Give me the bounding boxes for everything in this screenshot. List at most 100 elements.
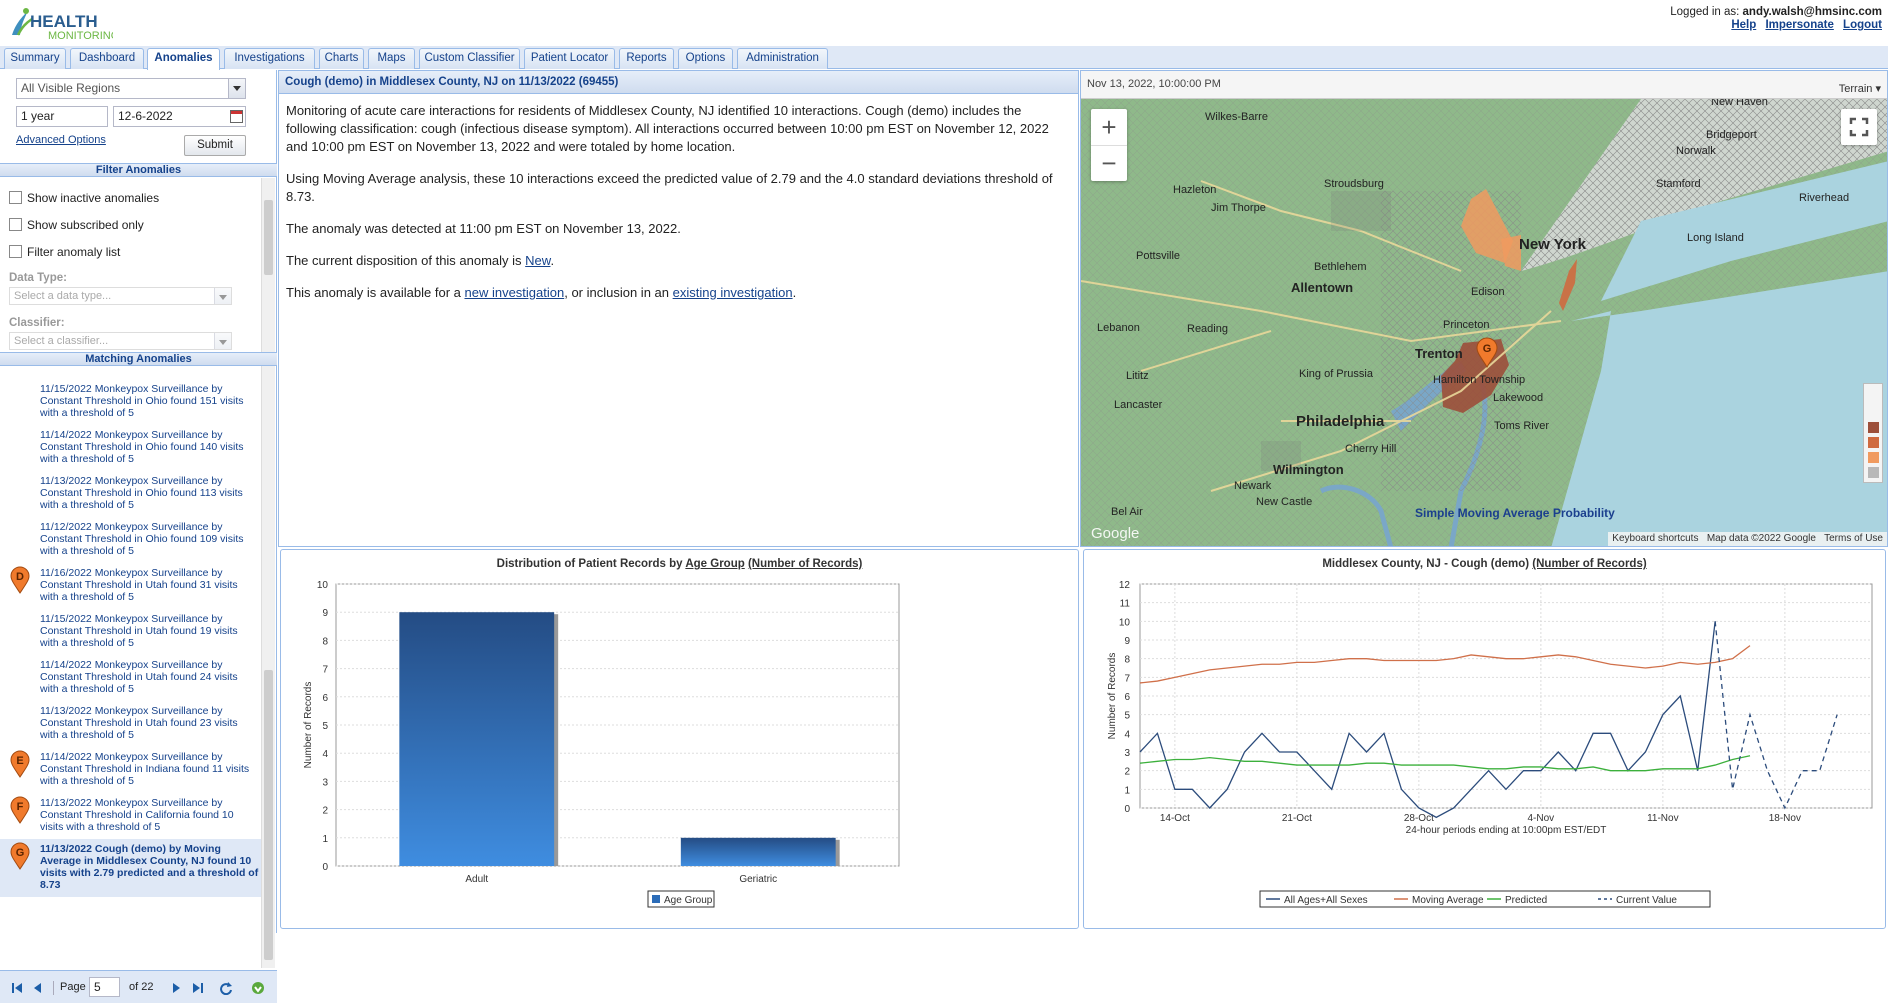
anomaly-item[interactable]: 11/14/2022 Monkeypox Surveillance by Con… <box>40 659 250 695</box>
anomaly-item[interactable]: 11/15/2022 Monkeypox Surveillance by Con… <box>40 383 250 419</box>
keyboard-shortcuts-link[interactable]: Keyboard shortcuts <box>1612 533 1698 544</box>
export-icon[interactable] <box>251 981 265 995</box>
region-select-value: All Visible Regions <box>21 81 121 95</box>
help-link[interactable]: Help <box>1731 19 1756 31</box>
filter-list-checkbox[interactable]: Filter anomaly list <box>9 245 120 259</box>
region-select[interactable]: All Visible Regions <box>16 78 246 99</box>
impersonate-link[interactable]: Impersonate <box>1765 19 1833 31</box>
date-input[interactable]: 12-6-2022 <box>113 106 246 127</box>
y-tick-label: 3 <box>1124 748 1130 759</box>
map-pin-icon[interactable]: F <box>10 796 30 824</box>
show-subscribed-checkbox[interactable]: Show subscribed only <box>9 218 144 232</box>
fullscreen-icon <box>1849 117 1869 137</box>
anomaly-item[interactable]: 11/16/2022 Monkeypox Surveillance by Con… <box>40 567 250 603</box>
calendar-icon[interactable] <box>230 110 243 123</box>
tab-administration[interactable]: Administration <box>737 48 828 69</box>
zoom-in-button[interactable]: + <box>1091 109 1127 145</box>
map-pin-icon[interactable]: G <box>10 842 30 870</box>
tab-anomalies[interactable]: Anomalies <box>147 48 220 70</box>
age-group-chart-panel: Distribution of Patient Records by Age G… <box>280 549 1079 929</box>
x-tick-label: Geriatric <box>739 874 777 885</box>
chevron-down-icon[interactable] <box>214 333 231 349</box>
y-tick-label: 3 <box>322 777 328 788</box>
data-type-select[interactable]: Select a data type... <box>9 287 232 305</box>
y-tick-label: 6 <box>1124 692 1130 703</box>
map-timestamp: Nov 13, 2022, 10:00:00 PM <box>1087 78 1221 90</box>
existing-investigation-link[interactable]: existing investigation <box>673 285 793 300</box>
legend-swatch <box>1868 422 1879 433</box>
legend-label: Current Value <box>1616 895 1677 906</box>
x-tick-label: 18-Nov <box>1769 813 1801 824</box>
checkbox-box[interactable] <box>9 191 22 204</box>
map-place-label: New York <box>1519 236 1587 253</box>
chevron-down-icon[interactable]: ▾ <box>1875 83 1881 95</box>
checkbox-box[interactable] <box>9 245 22 258</box>
anomaly-list-scrollbar[interactable] <box>261 370 275 968</box>
tab-maps[interactable]: Maps <box>368 48 415 69</box>
next-page-icon[interactable] <box>169 981 183 995</box>
logout-link[interactable]: Logout <box>1843 19 1882 31</box>
chevron-down-icon[interactable] <box>228 79 245 98</box>
anomaly-item[interactable]: 11/13/2022 Monkeypox Surveillance by Con… <box>40 475 250 511</box>
zoom-out-button[interactable]: − <box>1091 145 1127 181</box>
terms-of-use-link[interactable]: Terms of Use <box>1824 533 1883 544</box>
submit-button[interactable]: Submit <box>184 135 246 156</box>
user-email: andy.walsh@hmsinc.com <box>1742 6 1882 18</box>
map-toolbar: Nov 13, 2022, 10:00:00 PM Terrain ▾ <box>1081 71 1887 99</box>
anomaly-item[interactable]: 11/14/2022 Monkeypox Surveillance by Con… <box>40 429 250 465</box>
checkbox-box[interactable] <box>9 218 22 231</box>
map-place-label: Newark <box>1234 480 1272 492</box>
bar-chart: 0 1 2 3 4 5 6 7 8 9 10 Number of Records Adult Geriat… <box>303 580 900 908</box>
detail-paragraph: Monitoring of acute care interactions fo… <box>286 103 1049 154</box>
x-tick-label: 11-Nov <box>1647 813 1679 824</box>
map-pin-icon[interactable]: E <box>10 750 30 778</box>
anomaly-item[interactable]: 11/14/2022 Monkeypox Surveillance by Con… <box>40 751 250 787</box>
period-input[interactable]: 1 year <box>16 106 108 127</box>
map-canvas[interactable]: Wilkes-Barre New Haven Bridgeport Norwal… <box>1081 71 1888 547</box>
health-monitoring-logo[interactable]: HEALTH MONITORING <box>8 5 119 43</box>
anomaly-item[interactable]: 11/13/2022 Monkeypox Surveillance by Con… <box>40 705 250 741</box>
disposition-link[interactable]: New <box>525 253 550 268</box>
anomaly-item[interactable]: 11/13/2022 Monkeypox Surveillance by Con… <box>40 797 250 833</box>
map-place-label: Stroudsburg <box>1324 178 1384 190</box>
tab-patient-locator[interactable]: Patient Locator <box>524 48 615 69</box>
tab-dashboard[interactable]: Dashboard <box>70 48 144 69</box>
advanced-options-link[interactable]: Advanced Options <box>16 134 106 146</box>
classifier-select[interactable]: Select a classifier... <box>9 332 232 350</box>
show-inactive-checkbox[interactable]: Show inactive anomalies <box>9 191 159 205</box>
map-place-label: Cherry Hill <box>1345 443 1396 455</box>
y-tick-label: 12 <box>1119 580 1131 591</box>
new-investigation-link[interactable]: new investigation <box>464 285 564 300</box>
anomaly-item-selected[interactable]: 11/13/2022 Cough (demo) by Moving Averag… <box>0 839 262 897</box>
map-place-label: Bridgeport <box>1706 129 1757 141</box>
chevron-down-icon[interactable] <box>214 288 231 304</box>
first-page-icon[interactable] <box>10 981 24 995</box>
anomaly-detail-body: Monitoring of acute care interactions fo… <box>279 94 1078 324</box>
map-type-select[interactable]: Terrain ▾ <box>1839 76 1881 103</box>
classifier-label: Classifier: <box>9 317 65 329</box>
anomaly-item[interactable]: 11/12/2022 Monkeypox Surveillance by Con… <box>40 521 250 557</box>
map-place-label: Lebanon <box>1097 322 1140 334</box>
tab-custom-classifier[interactable]: Custom Classifier <box>419 48 520 69</box>
bar <box>399 612 555 866</box>
last-page-icon[interactable] <box>191 981 205 995</box>
refresh-icon[interactable] <box>219 981 233 995</box>
tab-investigations[interactable]: Investigations <box>224 48 315 69</box>
tab-summary[interactable]: Summary <box>4 48 66 69</box>
google-logo: Google <box>1091 525 1139 542</box>
x-tick-label: 14-Oct <box>1160 813 1190 824</box>
disposition-paragraph: The current disposition of this anomaly … <box>286 253 555 268</box>
map-pin-icon[interactable]: D <box>10 566 30 594</box>
pagination-toolbar: Page 5 of 22 <box>0 970 277 1003</box>
anomaly-item[interactable]: 11/15/2022 Monkeypox Surveillance by Con… <box>40 613 250 649</box>
date-value: 12-6-2022 <box>118 109 173 123</box>
fullscreen-button[interactable] <box>1841 109 1877 145</box>
prev-page-icon[interactable] <box>31 981 45 995</box>
tab-options[interactable]: Options <box>678 48 733 69</box>
tab-charts[interactable]: Charts <box>319 48 364 69</box>
data-type-placeholder: Select a data type... <box>14 290 112 302</box>
anomaly-map[interactable]: Wilkes-Barre New Haven Bridgeport Norwal… <box>1080 70 1888 547</box>
x-axis-label: 24-hour periods ending at 10:00pm EST/ED… <box>1406 825 1607 836</box>
tab-reports[interactable]: Reports <box>619 48 674 69</box>
page-number-input[interactable]: 5 <box>89 977 120 997</box>
